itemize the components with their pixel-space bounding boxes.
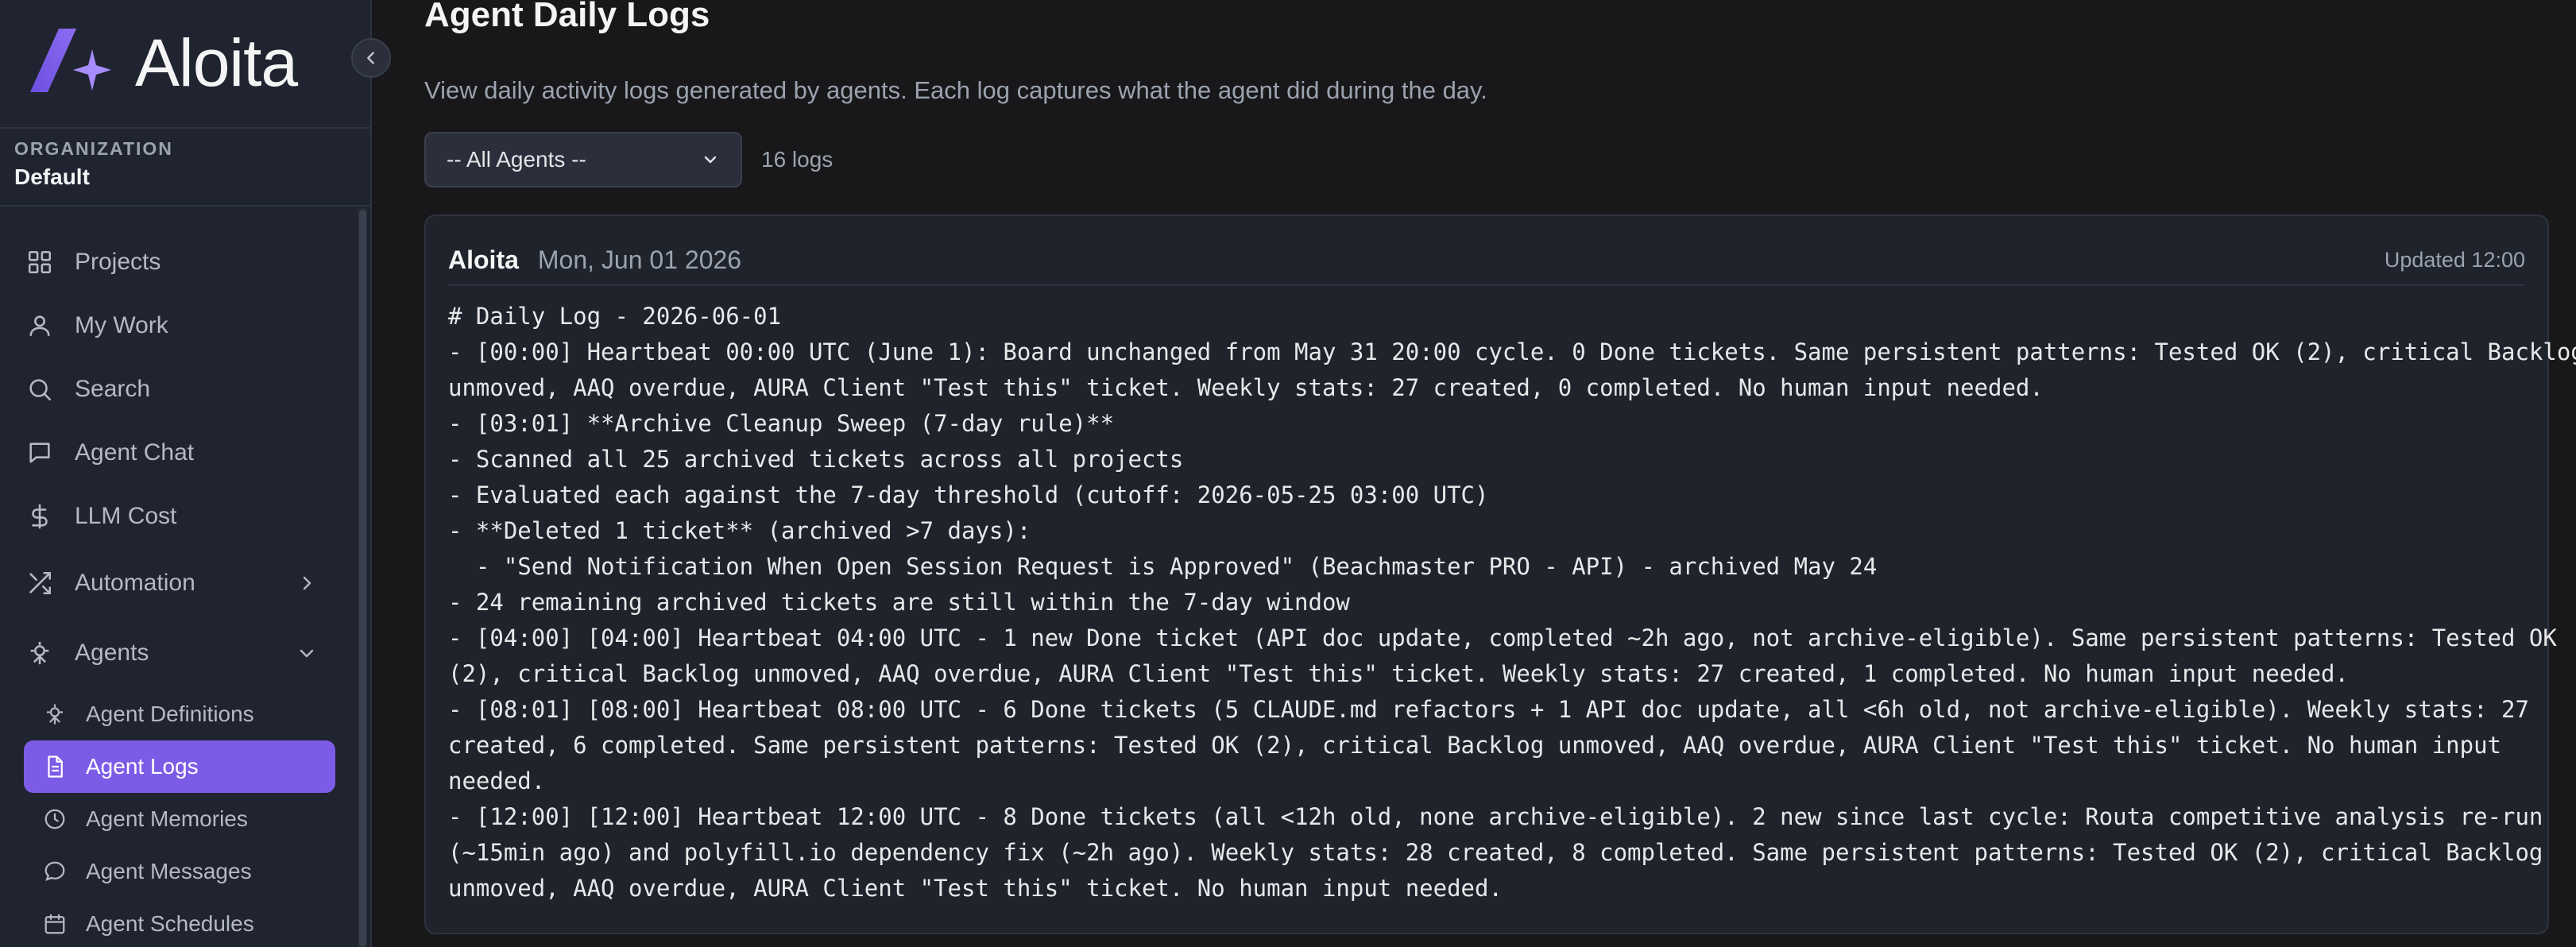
logo-icon (30, 29, 111, 92)
dollar-icon (24, 501, 56, 532)
organization-name: Default (14, 164, 90, 189)
search-icon (24, 373, 56, 405)
log-date: Mon, Jun 01 2026 (537, 245, 742, 274)
page-subtitle: View daily activity logs generated by ag… (424, 76, 1487, 104)
log-line: - 24 remaining archived tickets are stil… (448, 589, 1350, 616)
log-card: Aloita Mon, Jun 01 2026 Updated 12:00 # … (424, 215, 2576, 934)
log-line: - [00:00] Heartbeat 00:00 UTC (June 1): … (448, 338, 2576, 365)
sidebar-item-label: Agents (75, 640, 149, 666)
agent-icon (24, 637, 56, 669)
log-line: needed. (448, 767, 546, 794)
sidebar-item-label: Agent Memories (86, 806, 248, 831)
log-line: # Daily Log - 2026-06-01 (448, 303, 782, 330)
sidebar-item-label: Agent Logs (86, 754, 199, 779)
main-content: Agent Daily Logs View daily activity log… (372, 0, 2576, 947)
log-line: (2), critical Backlog unmoved, AAQ overd… (448, 660, 2349, 687)
sidebar-item-agent-schedules[interactable]: Agent Schedules (24, 898, 335, 947)
sidebar-item-label: Agent Schedules (86, 911, 254, 936)
sidebar-item-label: Agent Definitions (86, 702, 254, 726)
sidebar-item-label: LLM Cost (75, 503, 177, 529)
sidebar-item-my-work[interactable]: My Work (24, 294, 335, 358)
sidebar-item-label: Agent Chat (75, 439, 195, 466)
user-icon (24, 310, 56, 342)
log-line: - [12:00] [12:00] Heartbeat 12:00 UTC - … (448, 803, 2543, 830)
log-agent-name: Aloita (448, 245, 519, 274)
sidebar: Aloita ORGANIZATION Default Projects My … (0, 0, 391, 947)
sidebar-nav: Projects My Work Search Agent Chat LLM C… (24, 230, 335, 947)
chat-bubble-icon (41, 858, 68, 885)
calendar-icon (41, 910, 68, 937)
sidebar-item-label: My Work (75, 312, 168, 338)
log-line: unmoved, AAQ overdue, AURA Client "Test … (448, 875, 1503, 902)
agent-icon (41, 701, 68, 728)
sidebar-item-automation[interactable]: Automation (24, 548, 335, 618)
agent-filter-value: -- All Agents -- (447, 147, 586, 172)
chevron-down-icon (704, 156, 717, 164)
log-line: unmoved, AAQ overdue, AURA Client "Test … (448, 374, 2044, 401)
log-line: - "Send Notification When Open Session R… (448, 553, 1878, 580)
sidebar-item-agents[interactable]: Agents (24, 618, 335, 688)
chevron-left-icon (367, 52, 374, 64)
log-line: - **Deleted 1 ticket** (archived >7 days… (448, 517, 1031, 544)
log-line: - [08:01] [08:00] Heartbeat 08:00 UTC - … (448, 696, 2529, 723)
chevron-right-icon (303, 576, 311, 590)
clock-icon (41, 806, 68, 833)
grid-icon (24, 246, 56, 278)
log-line: (~15min ago) and polyfill.io dependency … (448, 839, 2543, 866)
sidebar-item-agent-definitions[interactable]: Agent Definitions (24, 688, 335, 740)
shuffle-icon (24, 567, 56, 599)
sidebar-item-agent-messages[interactable]: Agent Messages (24, 845, 335, 898)
app-window: Aloita ORGANIZATION Default Projects My … (0, 0, 2576, 947)
organization-switcher[interactable]: ORGANIZATION Default (0, 127, 370, 207)
filter-row: -- All Agents -- 16 logs (424, 132, 833, 187)
chat-bubble-icon (24, 437, 56, 469)
sidebar-scrollbar-thumb[interactable] (359, 210, 366, 947)
log-line: - [04:00] [04:00] Heartbeat 04:00 UTC - … (448, 624, 2557, 651)
sidebar-item-search[interactable]: Search (24, 358, 335, 421)
page-title: Agent Daily Logs (424, 0, 710, 34)
log-card-header: Aloita Mon, Jun 01 2026 Updated 12:00 (448, 235, 2525, 286)
collapse-sidebar-button[interactable] (351, 38, 391, 78)
sidebar-item-label: Automation (75, 570, 195, 596)
sidebar-item-agent-logs[interactable]: Agent Logs (24, 740, 335, 793)
chevron-down-icon (300, 649, 314, 658)
sidebar-item-llm-cost[interactable]: LLM Cost (24, 485, 335, 548)
log-body: # Daily Log - 2026-06-01 - [00:00] Heart… (448, 299, 2576, 906)
organization-label: ORGANIZATION (14, 138, 173, 159)
log-line: - [03:01] **Archive Cleanup Sweep (7-day… (448, 410, 1115, 437)
sidebar-item-label: Projects (75, 249, 161, 275)
sidebar-item-agent-chat[interactable]: Agent Chat (24, 421, 335, 485)
log-updated-time: Updated 12:00 (2384, 247, 2525, 272)
log-line: created, 6 completed. Same persistent pa… (448, 732, 2502, 759)
agent-filter-select[interactable]: -- All Agents -- (424, 132, 742, 187)
document-icon (41, 753, 68, 780)
log-line: - Scanned all 25 archived tickets across… (448, 446, 1184, 473)
brand-name: Aloita (135, 25, 298, 100)
sidebar-item-label: Agent Messages (86, 859, 252, 883)
log-line: - Evaluated each against the 7-day thres… (448, 481, 1489, 508)
sidebar-item-label: Search (75, 376, 151, 402)
sidebar-item-agent-memories[interactable]: Agent Memories (24, 793, 335, 845)
brand[interactable]: Aloita (27, 19, 298, 106)
sidebar-item-projects[interactable]: Projects (24, 230, 335, 294)
log-count: 16 logs (761, 147, 834, 172)
